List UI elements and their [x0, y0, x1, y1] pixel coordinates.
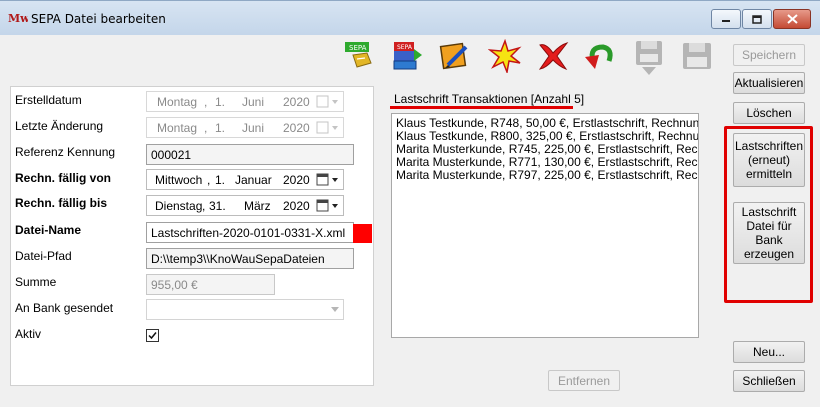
- calendar-dropdown-icon[interactable]: [316, 198, 340, 213]
- erstelldatum-picker[interactable]: Montag , 1. Juni 2020: [146, 91, 344, 112]
- aktualisieren-button[interactable]: Aktualisieren: [733, 72, 805, 94]
- referenz-field[interactable]: 000021: [146, 144, 354, 165]
- schliessen-button[interactable]: Schließen: [733, 370, 805, 392]
- erstelldatum-day: 1.: [215, 95, 226, 109]
- letzte-aenderung-weekday: Montag: [157, 121, 198, 135]
- summe-field: 955,00 €: [146, 274, 275, 295]
- date-separator: ,: [207, 173, 211, 187]
- maximize-icon: [752, 14, 762, 24]
- erstelldatum-month: Juni: [242, 95, 265, 109]
- save-download-icon[interactable]: [632, 39, 666, 75]
- sepa-label: SEPA: [349, 44, 367, 52]
- datei-name-label: Datei-Name: [15, 223, 82, 237]
- calendar-dropdown-icon[interactable]: [316, 94, 340, 109]
- minimize-button[interactable]: [711, 9, 741, 29]
- datei-name-field[interactable]: Lastschriften-2020-0101-0331-X.xml: [146, 222, 354, 243]
- date-separator: ,: [204, 95, 208, 109]
- speichern-button[interactable]: Speichern: [733, 44, 805, 66]
- sepa-import-icon[interactable]: SEPA: [343, 39, 377, 73]
- neu-button[interactable]: Neu...: [733, 341, 805, 363]
- title-bar[interactable]: Mw SEPA Datei bearbeiten: [0, 1, 820, 35]
- date-separator: ,: [202, 199, 206, 213]
- minimize-icon: [722, 20, 730, 22]
- faellig-bis-month: März: [244, 199, 271, 213]
- title-underline: [390, 106, 573, 109]
- datei-pfad-field[interactable]: D:\\temp3\\KnoWauSepaDateien: [146, 248, 354, 269]
- letzte-aenderung-label: Letzte Änderung: [15, 119, 104, 133]
- calendar-dropdown-icon[interactable]: [316, 120, 340, 135]
- faellig-bis-year: 2020: [283, 199, 310, 213]
- letzte-aenderung-picker[interactable]: Montag , 1. Juni 2020: [146, 117, 344, 138]
- toolbar: SEPA SEPA: [0, 35, 724, 79]
- faellig-bis-label: Rechn. fällig bis: [15, 196, 108, 210]
- entfernen-button[interactable]: Entfernen: [548, 370, 620, 391]
- date-separator: ,: [204, 121, 208, 135]
- faellig-von-year: 2020: [283, 173, 310, 187]
- sepa-label: SEPA: [397, 44, 413, 51]
- faellig-von-picker[interactable]: Mittwoch , 1. Januar 2020: [146, 169, 344, 190]
- faellig-von-month: Januar: [235, 173, 272, 187]
- faellig-von-weekday: Mittwoch: [155, 173, 203, 187]
- loeschen-button[interactable]: Löschen: [733, 102, 805, 124]
- erstelldatum-year: 2020: [283, 95, 310, 109]
- letzte-aenderung-year: 2020: [283, 121, 310, 135]
- referenz-label: Referenz Kennung: [15, 145, 116, 159]
- app-logo-icon: Mw: [8, 12, 28, 25]
- window-title: SEPA Datei bearbeiten: [31, 12, 166, 26]
- client-area: SEPA SEPA Erstelldatum Montag , 1. Juni …: [0, 35, 820, 407]
- erstelldatum-label: Erstelldatum: [15, 93, 82, 107]
- an-bank-dropdown[interactable]: [146, 299, 344, 320]
- chevron-down-icon: [331, 307, 339, 312]
- delete-x-icon[interactable]: [536, 39, 570, 73]
- letzte-aenderung-month: Juni: [242, 121, 265, 135]
- faellig-von-label: Rechn. fällig von: [15, 171, 112, 185]
- save-icon[interactable]: [680, 39, 714, 73]
- datei-pfad-label: Datei-Pfad: [15, 249, 72, 263]
- transactions-group: Lastschrift Transaktionen [Anzahl 5] Kla…: [381, 86, 717, 391]
- new-star-icon[interactable]: [487, 38, 522, 75]
- svg-text:Mw: Mw: [8, 12, 28, 25]
- checkmark-icon: [148, 332, 157, 340]
- calendar-dropdown-icon[interactable]: [316, 172, 340, 187]
- sepa-export-icon[interactable]: SEPA: [390, 39, 424, 73]
- undo-arrow-icon[interactable]: [583, 39, 617, 73]
- summe-label: Summe: [15, 275, 57, 289]
- transactions-title: Lastschrift Transaktionen [Anzahl 5]: [394, 92, 585, 106]
- aktiv-checkbox[interactable]: [146, 329, 159, 342]
- highlight-frame: [724, 126, 813, 303]
- transactions-list[interactable]: Klaus Testkunde, R748, 50,00 €, Erstlast…: [391, 113, 699, 338]
- faellig-von-day: 1.: [215, 173, 226, 187]
- edit-note-icon[interactable]: [438, 39, 472, 73]
- list-item[interactable]: Marita Musterkunde, R797, 225,00 €, Erst…: [396, 169, 698, 182]
- letzte-aenderung-day: 1.: [215, 121, 226, 135]
- close-icon: [786, 14, 798, 24]
- close-window-button[interactable]: [773, 9, 811, 29]
- maximize-button[interactable]: [742, 9, 772, 29]
- an-bank-label: An Bank gesendet: [15, 301, 114, 315]
- faellig-bis-picker[interactable]: Dienstag , 31. März 2020: [146, 195, 344, 216]
- datei-name-status-indicator: [353, 224, 372, 243]
- app-window: Mw SEPA Datei bearbeiten SEPA SEPA Erste…: [0, 0, 820, 407]
- aktiv-label: Aktiv: [15, 327, 42, 341]
- faellig-bis-day: 31.: [209, 199, 226, 213]
- faellig-bis-weekday: Dienstag: [155, 199, 203, 213]
- erstelldatum-weekday: Montag: [157, 95, 198, 109]
